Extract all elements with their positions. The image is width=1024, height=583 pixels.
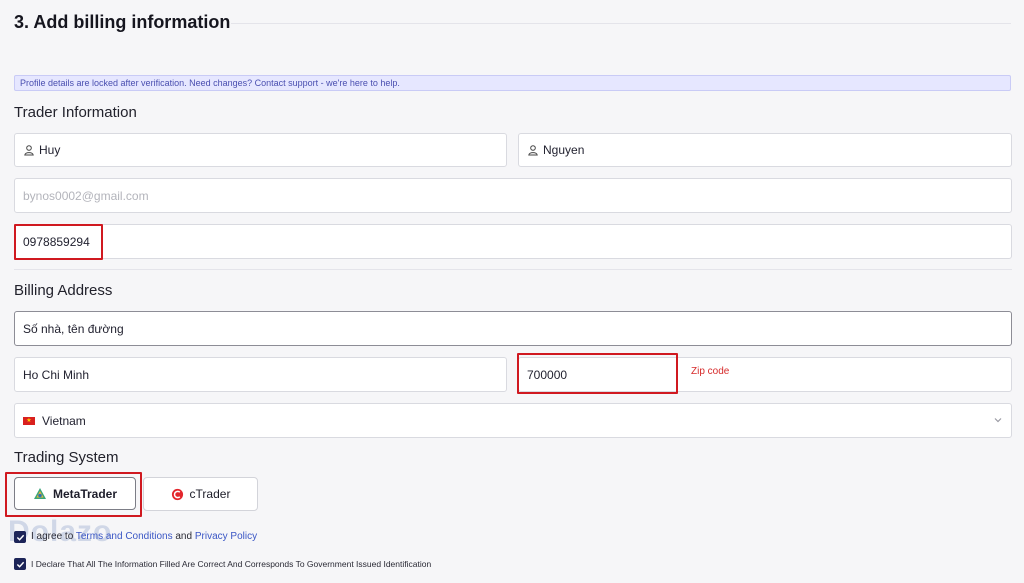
street-field[interactable]: Số nhà, tên đường bbox=[14, 311, 1012, 346]
phone-highlight bbox=[14, 224, 103, 260]
city-value: Ho Chi Minh bbox=[23, 367, 90, 382]
trader-info-title: Trader Information bbox=[14, 104, 137, 121]
country-select[interactable]: ★ Vietnam bbox=[14, 403, 1012, 438]
zip-highlight bbox=[517, 353, 678, 394]
email-field[interactable]: bynos0002@gmail.com bbox=[14, 178, 1012, 213]
user-icon bbox=[24, 145, 34, 156]
tab-ctrader[interactable]: cTrader bbox=[143, 477, 258, 511]
first-name-field[interactable]: Huy bbox=[14, 133, 507, 167]
trading-system-title: Trading System bbox=[14, 449, 119, 466]
user-icon bbox=[528, 145, 538, 156]
zip-code-hint: Zip code bbox=[691, 366, 730, 377]
street-value: Số nhà, tên đường bbox=[23, 321, 124, 336]
terms-link[interactable]: Terms and Conditions bbox=[76, 531, 173, 542]
declare-text: I Declare That All The Information Fille… bbox=[31, 559, 432, 569]
email-placeholder: bynos0002@gmail.com bbox=[23, 188, 149, 203]
first-name-value: Huy bbox=[39, 143, 61, 157]
notice-text: Profile details are locked after verific… bbox=[20, 78, 400, 88]
agree-checkbox[interactable] bbox=[14, 531, 26, 543]
phone-field[interactable]: 0978859294 bbox=[14, 224, 1012, 259]
vietnam-flag-icon: ★ bbox=[23, 416, 35, 425]
country-value: Vietnam bbox=[42, 413, 86, 428]
metatrader-highlight bbox=[5, 472, 142, 517]
agree-prefix: I agree to bbox=[31, 531, 74, 542]
last-name-value: Nguyen bbox=[543, 143, 585, 157]
section-title: 3. Add billing information bbox=[14, 12, 231, 32]
checkbox-checked-icon bbox=[16, 561, 24, 568]
last-name-field[interactable]: Nguyen bbox=[518, 133, 1012, 167]
agree-text: I agree to Terms and Conditions and Priv… bbox=[31, 531, 257, 542]
declare-checkbox[interactable] bbox=[14, 558, 26, 570]
chevron-down-icon bbox=[994, 418, 1002, 423]
billing-address-title: Billing Address bbox=[14, 282, 113, 299]
ctrader-logo-icon bbox=[171, 488, 183, 500]
city-field[interactable]: Ho Chi Minh bbox=[14, 357, 507, 392]
ctrader-label: cTrader bbox=[189, 487, 231, 501]
section-divider bbox=[231, 23, 1011, 24]
verification-notice: Profile details are locked after verific… bbox=[14, 75, 1011, 91]
checkbox-checked-icon bbox=[16, 534, 24, 541]
agree-and: and bbox=[175, 531, 193, 542]
trader-divider bbox=[14, 269, 1012, 270]
privacy-link[interactable]: Privacy Policy bbox=[195, 531, 257, 542]
